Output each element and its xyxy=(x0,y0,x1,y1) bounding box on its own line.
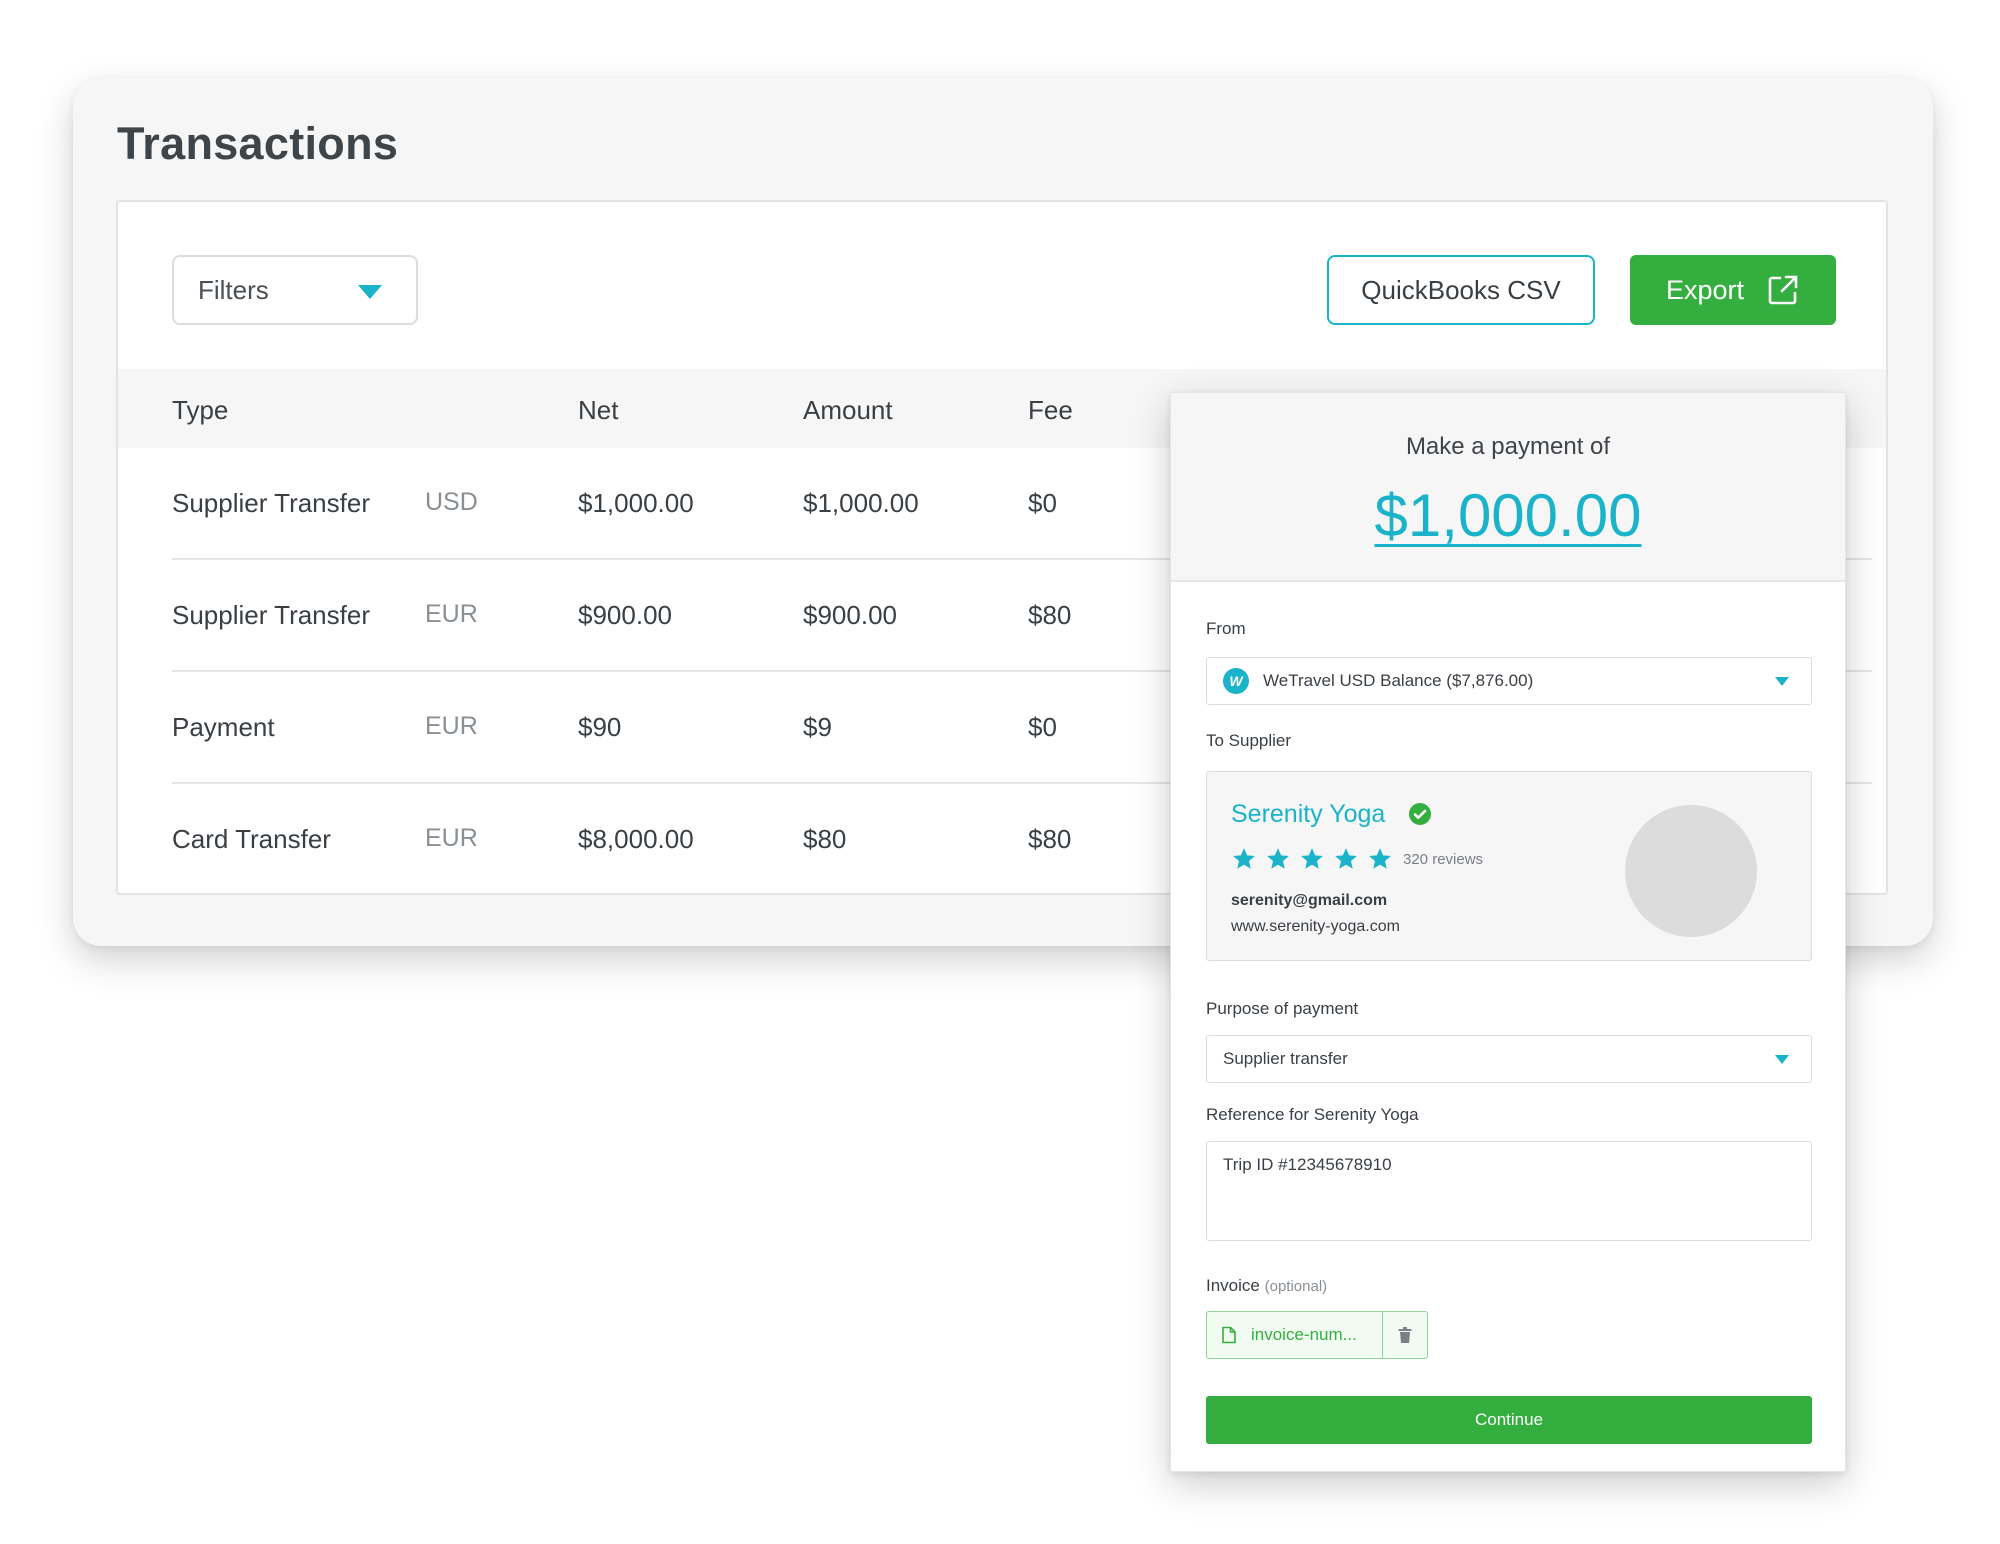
cell-currency: EUR xyxy=(425,600,478,628)
cell-net: $900.00 xyxy=(578,600,672,630)
cell-net: $1,000.00 xyxy=(578,488,694,518)
supplier-email: serenity@gmail.com xyxy=(1231,892,1388,909)
chevron-down-icon xyxy=(358,285,382,299)
cell-amount: $900.00 xyxy=(803,600,897,630)
supplier-name[interactable]: Serenity Yoga xyxy=(1231,800,1385,829)
invoice-optional-text: (optional) xyxy=(1264,1278,1328,1295)
cell-fee: $0 xyxy=(1028,712,1057,742)
invoice-label-text: Invoice xyxy=(1206,1276,1260,1295)
payment-modal: Make a payment of $1,000.00 From W WeTra… xyxy=(1170,392,1846,1472)
star-icon xyxy=(1267,848,1289,869)
cell-type: Supplier Transfer xyxy=(172,600,370,630)
export-label: Export xyxy=(1665,274,1745,305)
cell-type: Card Transfer xyxy=(172,824,331,854)
cell-amount: $80 xyxy=(803,824,847,854)
cell-fee: $80 xyxy=(1028,600,1072,630)
star-icon xyxy=(1233,848,1255,869)
to-supplier-label: To Supplier xyxy=(1206,731,1292,750)
star-icon xyxy=(1335,848,1357,869)
cell-amount: $9 xyxy=(803,712,832,742)
continue-button[interactable]: Continue xyxy=(1206,1396,1812,1444)
filters-label: Filters xyxy=(198,274,269,305)
cell-net: $8,000.00 xyxy=(578,824,694,854)
delete-file-button[interactable] xyxy=(1383,1327,1427,1343)
chevron-down-icon xyxy=(1775,1055,1789,1064)
quickbooks-csv-button[interactable]: QuickBooks CSV xyxy=(1327,255,1595,325)
invoice-file-chip[interactable]: invoice-num... xyxy=(1206,1311,1428,1359)
from-select-value: WeTravel USD Balance ($7,876.00) xyxy=(1263,671,1534,690)
column-header-net: Net xyxy=(578,395,619,425)
purpose-select-value: Supplier transfer xyxy=(1223,1049,1348,1068)
invoice-file[interactable]: invoice-num... xyxy=(1207,1312,1383,1358)
column-header-amount: Amount xyxy=(803,395,893,425)
trash-icon xyxy=(1398,1327,1412,1343)
cell-currency: EUR xyxy=(425,824,478,852)
verified-check-icon xyxy=(1409,803,1431,825)
external-link-icon xyxy=(1768,275,1798,305)
cell-fee: $80 xyxy=(1028,824,1072,854)
star-icon xyxy=(1301,848,1323,869)
supplier-card[interactable]: Serenity Yoga 320 reviews serenity@gmail… xyxy=(1206,771,1812,961)
filters-dropdown[interactable]: Filters xyxy=(172,255,418,325)
payment-lead-text: Make a payment of xyxy=(1405,433,1611,460)
payment-header: Make a payment of $1,000.00 xyxy=(1171,393,1845,582)
wetravel-logo-icon: W xyxy=(1223,668,1249,694)
page-title: Transactions xyxy=(117,118,399,169)
cell-amount: $1,000.00 xyxy=(803,488,919,518)
purpose-label: Purpose of payment xyxy=(1206,999,1359,1018)
from-select[interactable]: W WeTravel USD Balance ($7,876.00) xyxy=(1206,657,1812,705)
file-icon xyxy=(1222,1326,1236,1344)
cell-net: $90 xyxy=(578,712,622,742)
from-label: From xyxy=(1206,619,1246,638)
rating-stars xyxy=(1231,846,1393,872)
column-header-type: Type xyxy=(172,395,229,425)
cell-type: Payment xyxy=(172,712,275,742)
chevron-down-icon xyxy=(1775,677,1789,686)
invoice-file-name: invoice-num... xyxy=(1251,1325,1357,1344)
export-button[interactable]: Export xyxy=(1630,255,1836,325)
reviews-count: 320 reviews xyxy=(1403,851,1484,868)
cell-currency: USD xyxy=(425,488,478,516)
reference-input[interactable]: Trip ID #12345678910 xyxy=(1206,1141,1812,1241)
payment-amount[interactable]: $1,000.00 xyxy=(1171,481,1845,550)
supplier-website[interactable]: www.serenity-yoga.com xyxy=(1231,918,1400,936)
column-header-fee: Fee xyxy=(1028,395,1073,425)
reference-label: Reference for Serenity Yoga xyxy=(1206,1105,1419,1124)
supplier-avatar xyxy=(1625,805,1757,937)
star-icon xyxy=(1369,848,1391,869)
invoice-label: Invoice (optional) xyxy=(1206,1276,1327,1296)
purpose-select[interactable]: Supplier transfer xyxy=(1206,1035,1812,1083)
cell-type: Supplier Transfer xyxy=(172,488,370,518)
cell-fee: $0 xyxy=(1028,488,1057,518)
cell-currency: EUR xyxy=(425,712,478,740)
